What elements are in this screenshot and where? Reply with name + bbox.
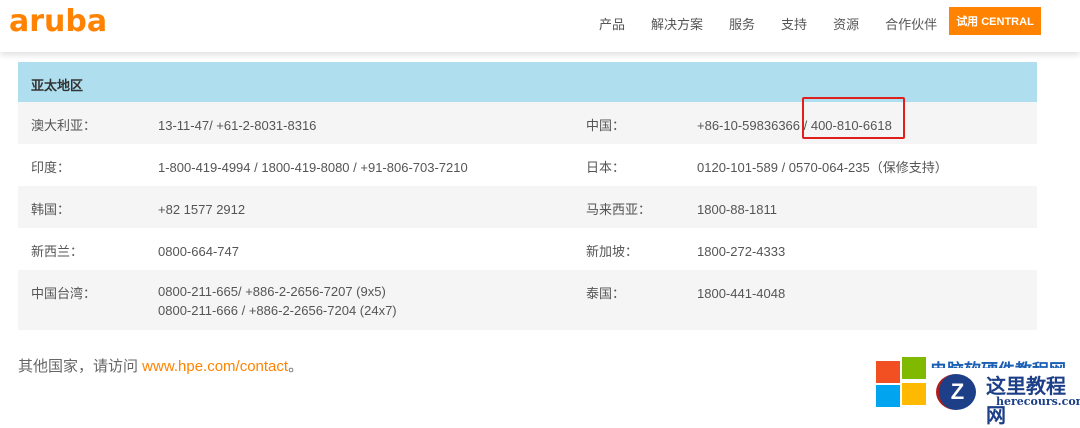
country-label: 新加坡： bbox=[586, 244, 639, 259]
country-label: 泰国： bbox=[586, 286, 626, 301]
aruba-logo[interactable]: aruba bbox=[9, 4, 107, 39]
table-row: 韩国： +82 1577 2912 马来西亚： 1800-88-1811 bbox=[18, 186, 1037, 228]
site-header: aruba 产品 解决方案 服务 支持 资源 合作伙伴 试用 CENTRAL bbox=[0, 0, 1080, 52]
watermark-text: 电脑软硬件教程网 bbox=[930, 356, 1080, 368]
nav-services[interactable]: 服务 bbox=[729, 14, 755, 33]
nav-resources[interactable]: 资源 bbox=[833, 14, 859, 33]
phone-value: 13-11-47/ +61-2-8031-8316 bbox=[158, 118, 317, 133]
country-label: 中国台湾： bbox=[31, 286, 97, 301]
footer-note: 其他国家，请访问 www.hpe.com/contact。 bbox=[18, 355, 303, 376]
region-title: 亚太地区 bbox=[18, 62, 1037, 102]
watermark: 电脑软硬件教程网 Z 这里教程网 herecours.com bbox=[876, 352, 1080, 427]
nav-solutions[interactable]: 解决方案 bbox=[651, 14, 703, 33]
phone-value: 1800-88-1811 bbox=[697, 202, 777, 217]
footer-text: 其他国家，请访问 bbox=[18, 358, 143, 375]
table-row: 印度： 1-800-419-4994 / 1800-419-8080 / +91… bbox=[18, 144, 1037, 186]
phone-value: 0800-664-747 bbox=[158, 244, 239, 259]
phone-value: 1800-441-4048 bbox=[697, 286, 786, 301]
country-label: 印度： bbox=[31, 160, 71, 175]
table-row: 中国台湾： 0800-211-665/ +886-2-2656-7207 (9x… bbox=[18, 270, 1037, 330]
country-label: 韩国： bbox=[31, 202, 71, 217]
z-logo-icon: Z bbox=[936, 374, 976, 410]
phone-value: 0800-211-665/ +886-2-2656-7207 (9x5) bbox=[158, 284, 386, 299]
try-central-button[interactable]: 试用 CENTRAL bbox=[949, 7, 1041, 35]
footer-suffix: 。 bbox=[288, 358, 304, 375]
country-label: 马来西亚： bbox=[586, 202, 652, 217]
watermark-url: herecours.com bbox=[996, 395, 1080, 408]
highlight-box bbox=[802, 97, 905, 139]
country-label: 新西兰： bbox=[31, 244, 84, 259]
contact-link[interactable]: www.hpe.com/contact bbox=[142, 358, 288, 375]
table-row: 新西兰： 0800-664-747 新加坡： 1800-272-4333 bbox=[18, 228, 1037, 270]
main-nav: 产品 解决方案 服务 支持 资源 合作伙伴 bbox=[599, 14, 963, 33]
phone-value: 1-800-419-4994 / 1800-419-8080 / +91-806… bbox=[158, 160, 468, 175]
phone-value: 1800-272-4333 bbox=[697, 244, 786, 259]
nav-support[interactable]: 支持 bbox=[781, 14, 807, 33]
country-label: 中国： bbox=[586, 118, 626, 133]
phone-value-2: 0800-211-666 / +886-2-2656-7204 (24x7) bbox=[158, 303, 397, 318]
windows-logo-icon bbox=[876, 357, 928, 407]
nav-partners[interactable]: 合作伙伴 bbox=[885, 14, 937, 33]
phone-value: +82 1577 2912 bbox=[158, 202, 246, 217]
country-label: 日本： bbox=[586, 160, 626, 175]
country-label: 澳大利亚： bbox=[31, 118, 97, 133]
phone-value: 0120-101-589 / 0570-064-235（保修支持） bbox=[697, 160, 948, 175]
nav-products[interactable]: 产品 bbox=[599, 14, 625, 33]
